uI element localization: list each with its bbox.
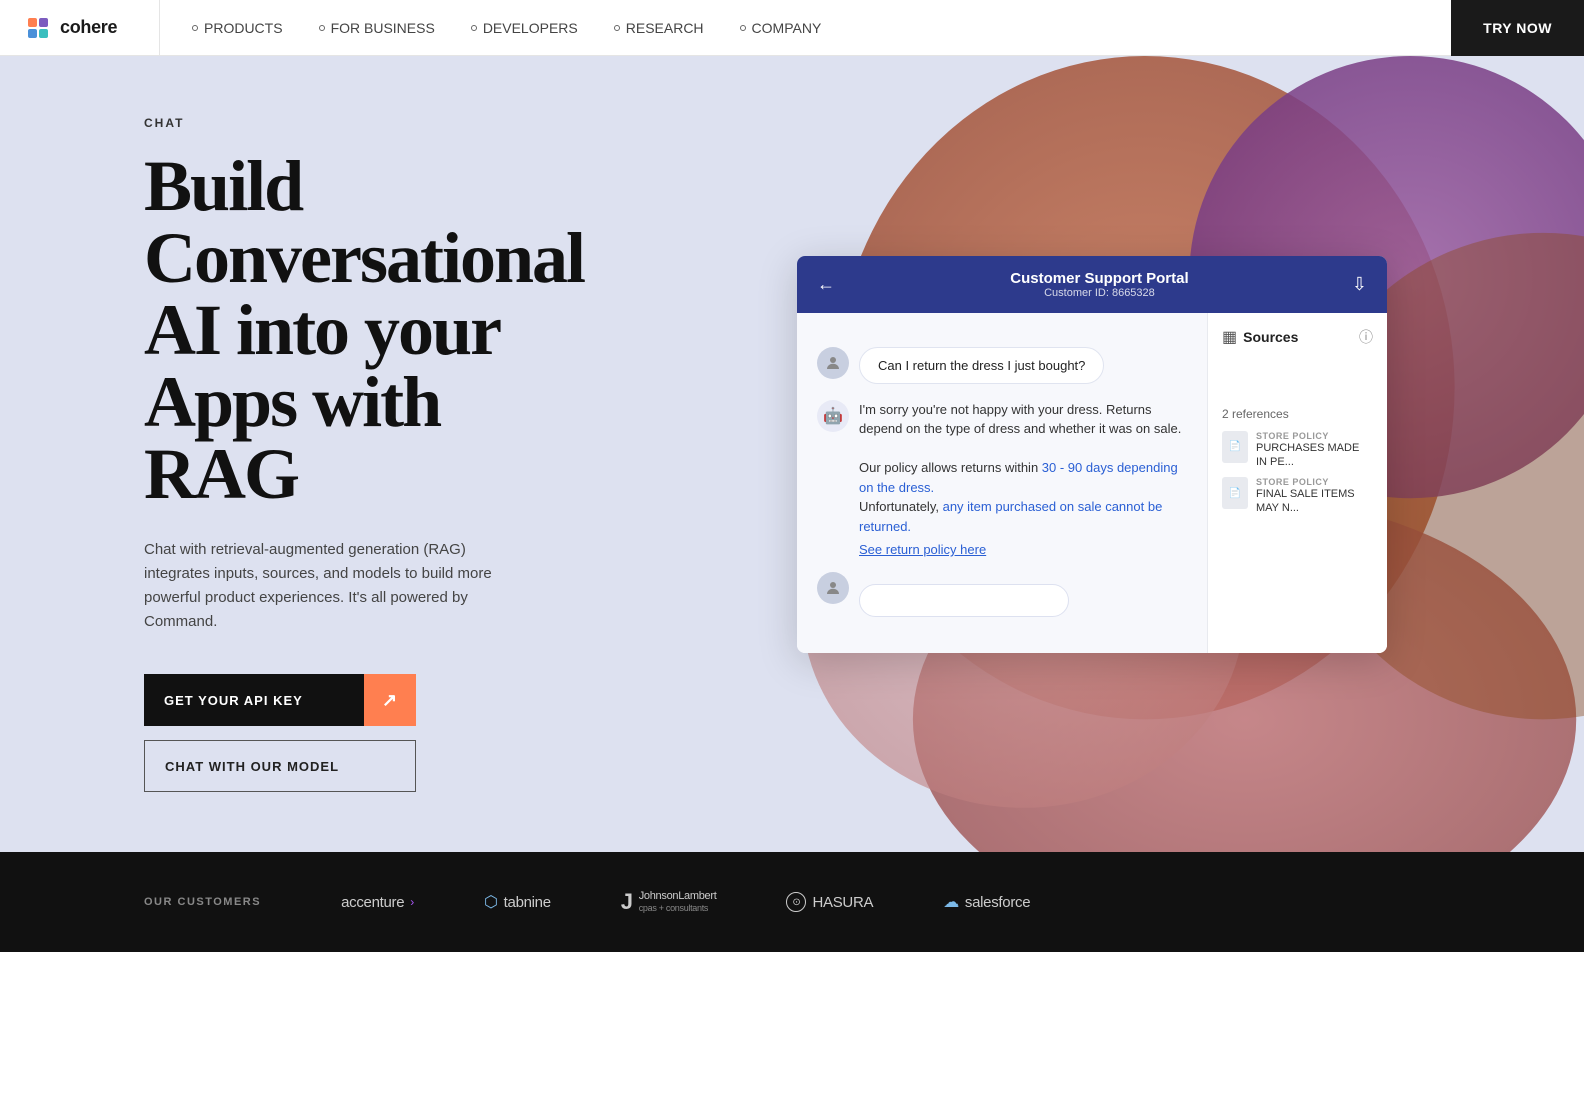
nav-link-research[interactable]: RESEARCH (614, 20, 704, 36)
nav-dot (192, 25, 198, 31)
demo-widget: ← Customer Support Portal Customer ID: 8… (797, 256, 1387, 653)
bot-response-line2-start: Our policy allows returns within (859, 460, 1042, 475)
nav-link-company[interactable]: COMPANY (740, 20, 822, 36)
bot-avatar: 🤖 (817, 400, 849, 432)
customers-bar: OUR CUSTOMERS accenture› ⬡ tabnine J Joh… (0, 852, 1584, 952)
hero-left-panel: CHAT BuildConversationalAI into yourApps… (0, 56, 600, 852)
doc-icon-1: 📄 (1222, 431, 1248, 463)
source-category-2: STORE POLICY (1256, 477, 1373, 487)
nav-dot (614, 25, 620, 31)
back-button[interactable]: ← (817, 274, 835, 295)
download-icon[interactable]: ⇩ (1352, 274, 1367, 295)
customer-logo-accenture: accenture› (341, 894, 414, 911)
input-user-avatar (817, 572, 849, 604)
chat-input-message (817, 572, 1187, 617)
customer-logo-hasura: ⊙ HASURA (786, 892, 873, 912)
demo-header: ← Customer Support Portal Customer ID: 8… (797, 256, 1387, 313)
source-text-2: FINAL SALE ITEMS MAY N... (1256, 487, 1373, 516)
nav-link-developers[interactable]: DEVELOPERS (471, 20, 578, 36)
sources-panel: ▦ Sources ⓘ 2 references 📄 STORE POLICY … (1207, 313, 1387, 653)
hero-title: BuildConversationalAI into yourApps with… (144, 150, 540, 510)
navigation: cohere PRODUCTS FOR BUSINESS DEVELOPERS … (0, 0, 1584, 56)
customer-logo-tabnine: ⬡ tabnine (484, 892, 551, 912)
chat-user-message: Can I return the dress I just bought? (817, 347, 1187, 384)
references-count: 2 references (1222, 407, 1373, 421)
chat-bot-response: 🤖 I'm sorry you're not happy with your d… (817, 400, 1187, 560)
logo-text: cohere (60, 17, 117, 38)
chat-input-container (859, 584, 1069, 617)
user-avatar (817, 347, 849, 379)
return-policy-link[interactable]: See return policy here (859, 540, 1187, 560)
cta-buttons: GET YOUR API KEY ↗ CHAT WITH OUR MODEL (144, 674, 540, 792)
try-now-button[interactable]: TRY NOW (1451, 0, 1584, 56)
source-item-1: 📄 STORE POLICY PURCHASES MADE IN PE... (1222, 431, 1373, 470)
info-icon[interactable]: ⓘ (1359, 327, 1373, 347)
arrow-icon: ↗ (364, 674, 416, 726)
hero-description: Chat with retrieval-augmented generation… (144, 538, 524, 634)
nav-link-for-business[interactable]: FOR BUSINESS (319, 20, 435, 36)
chat-area: Can I return the dress I just bought? 🤖 … (797, 313, 1207, 653)
hero-right-panel: ← Customer Support Portal Customer ID: 8… (600, 56, 1584, 852)
hero-label: CHAT (144, 116, 540, 130)
chat-input-field[interactable] (876, 593, 1052, 608)
bot-text: I'm sorry you're not happy with your dre… (859, 400, 1187, 560)
doc-icon-2: 📄 (1222, 477, 1248, 509)
demo-customer-id: Customer ID: 8665328 (847, 287, 1352, 299)
source-category-1: STORE POLICY (1256, 431, 1373, 441)
sources-title: Sources (1243, 329, 1298, 345)
source-text-1: PURCHASES MADE IN PE... (1256, 441, 1373, 470)
sources-header: ▦ Sources ⓘ (1222, 327, 1373, 347)
logo-icon (24, 14, 52, 42)
nav-dot (740, 25, 746, 31)
user-bubble: Can I return the dress I just bought? (859, 347, 1104, 384)
bot-response-line1: I'm sorry you're not happy with your dre… (859, 402, 1181, 437)
hero-section: CHAT BuildConversationalAI into yourApps… (0, 56, 1584, 852)
chat-with-model-button[interactable]: CHAT WITH OUR MODEL (144, 740, 416, 792)
bot-response-sale: Unfortunately, (859, 499, 943, 514)
source-item-2: 📄 STORE POLICY FINAL SALE ITEMS MAY N... (1222, 477, 1373, 516)
bot-row: 🤖 I'm sorry you're not happy with your d… (817, 400, 1187, 560)
sources-icon: ▦ (1222, 327, 1237, 347)
customers-label: OUR CUSTOMERS (144, 896, 261, 908)
nav-dot (319, 25, 325, 31)
customer-logos: accenture› ⬡ tabnine J JohnsonLambertcpa… (341, 889, 1440, 915)
customer-logo-johnson-lambert: J JohnsonLambertcpas + consultants (621, 889, 717, 915)
logo[interactable]: cohere (0, 0, 160, 55)
get-api-key-button[interactable]: GET YOUR API KEY ↗ (144, 674, 416, 726)
customer-logo-salesforce: ☁ salesforce (943, 892, 1030, 912)
nav-link-products[interactable]: PRODUCTS (192, 20, 283, 36)
demo-title-area: Customer Support Portal Customer ID: 866… (847, 270, 1352, 299)
nav-links: PRODUCTS FOR BUSINESS DEVELOPERS RESEARC… (160, 20, 1451, 36)
demo-body: Can I return the dress I just bought? 🤖 … (797, 313, 1387, 653)
demo-portal-title: Customer Support Portal (847, 270, 1352, 287)
nav-dot (471, 25, 477, 31)
